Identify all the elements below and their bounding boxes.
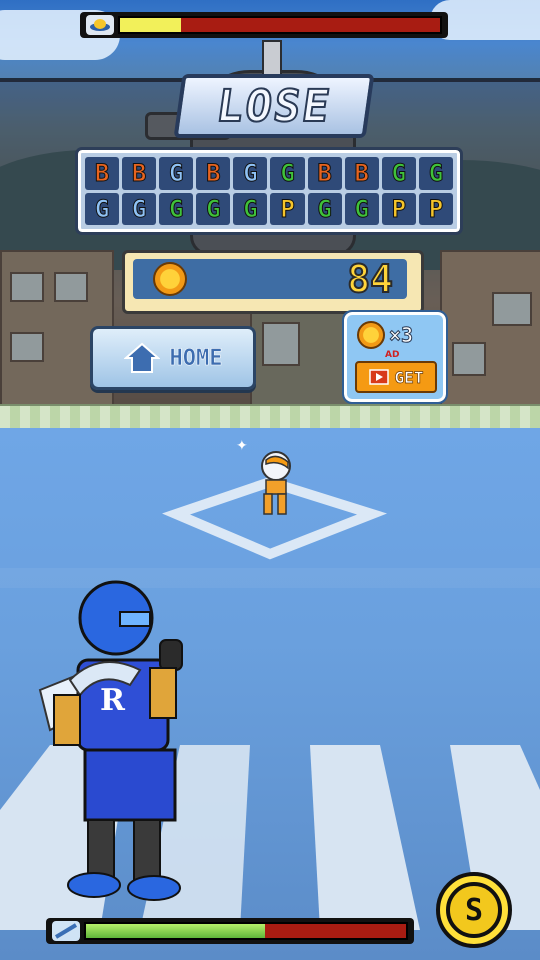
letter-tile: G [85,192,120,225]
result-banner: LOSE [173,74,375,138]
bat-icon [52,921,80,941]
letter-tile: G [307,192,342,225]
letter-tile: G [381,157,416,190]
skill-label: S [446,882,502,938]
batter-character: R [38,580,183,901]
coin-reward-box: 84 [122,250,424,314]
letter-tile: B [122,157,157,190]
home-button[interactable]: HOME [90,326,256,390]
letter-tile: G [344,192,379,225]
ad-get-label: GET [394,367,424,387]
letter-tile: G [122,192,157,225]
letter-tile: B [344,157,379,190]
letter-tile: B [196,157,231,190]
coin-icon [357,321,385,349]
letter-tile: G [159,192,194,225]
ad-get-button[interactable]: GET [355,361,437,393]
ad-reward-offer[interactable]: ×3 AD GET [342,310,448,404]
letter-tile: B [307,157,342,190]
play-video-icon [368,369,389,385]
player-hp-fill [86,924,266,938]
letter-tile: G [233,157,268,190]
letter-tile: P [418,192,453,225]
letter-tile: G [159,157,194,190]
jersey-letter: R [100,683,126,718]
pitcher-character [261,451,291,515]
letter-tile: G [418,157,453,190]
svg-text:✦: ✦ [236,438,248,454]
player-hp-track [84,922,408,940]
ad-multiplier: ×3 [388,323,414,348]
house-icon [123,342,160,373]
coin-icon [153,262,187,296]
letter-tile: P [381,192,416,225]
letter-tile: G [196,192,231,225]
opponent-hp-track [118,16,442,34]
letter-tile: G [270,157,305,190]
opponent-hp-bar [80,12,448,38]
coin-reward-panel: 84 [133,257,407,301]
letter-tile: B [85,157,120,190]
skill-button[interactable]: S [436,872,512,948]
opponent-hp-fill [120,18,181,32]
letter-tile: G [233,192,268,225]
coin-value: 84 [346,257,394,301]
home-label: HOME [169,345,223,371]
outfield-fence [0,404,540,431]
letter-grid: BBGBGGBBGGGGGGGPGGPP [75,147,463,235]
player-hp-bar [46,918,414,944]
result-text: LOSE [212,80,335,133]
cap-icon [86,15,114,35]
letter-tile: P [270,192,305,225]
ad-tag: AD [385,350,400,360]
